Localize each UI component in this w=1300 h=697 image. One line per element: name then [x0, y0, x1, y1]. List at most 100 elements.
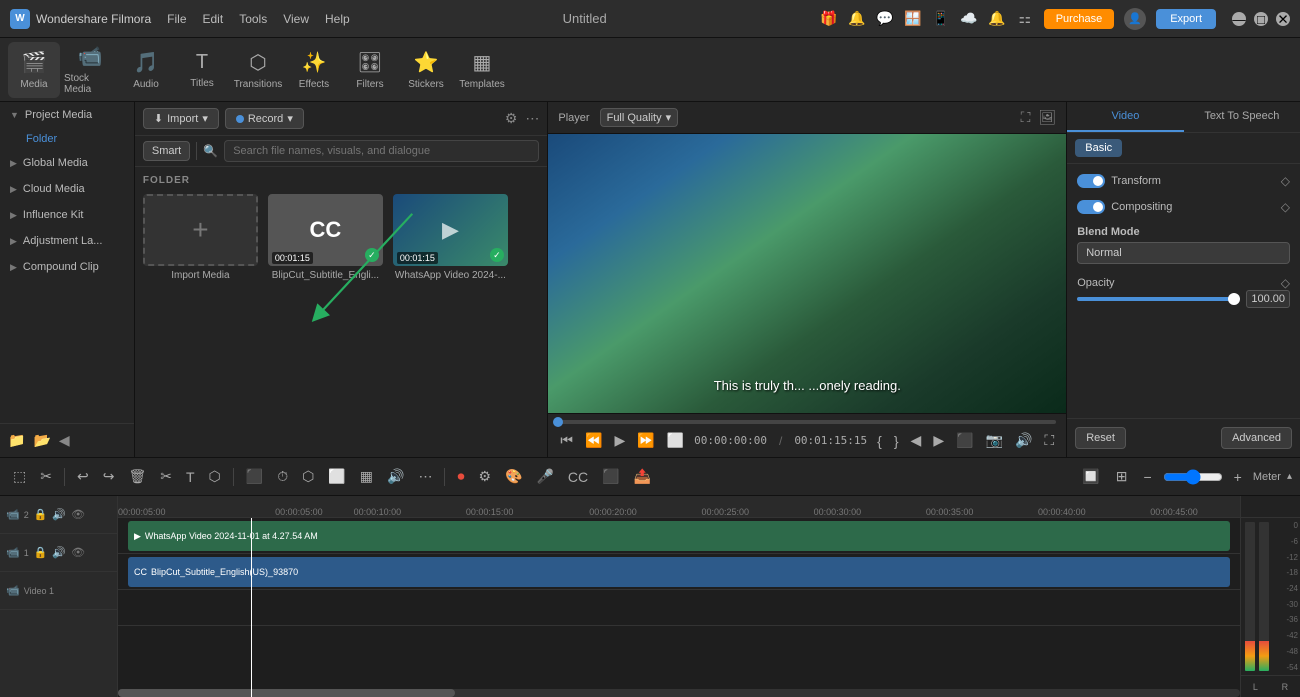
- video-clip[interactable]: ▶ WhatsApp Video 2024-11-01 at 4.27.54 A…: [128, 521, 1230, 551]
- cloud-icon[interactable]: ☁️: [960, 10, 978, 28]
- tab-text-to-speech[interactable]: Text To Speech: [1184, 102, 1300, 132]
- resize-icon[interactable]: ⛶: [1021, 109, 1031, 126]
- sidebar-item-influence-kit[interactable]: ▶ Influence Kit: [0, 202, 134, 228]
- transform-toggle[interactable]: [1077, 174, 1105, 188]
- cut-button[interactable]: ✂: [155, 465, 177, 488]
- phone-icon[interactable]: 📱: [932, 10, 950, 28]
- advanced-button[interactable]: Advanced: [1221, 427, 1292, 449]
- speed-button[interactable]: ⬡: [297, 465, 319, 488]
- color-button[interactable]: 🎨: [500, 465, 527, 488]
- quality-select[interactable]: Full Quality ▾: [600, 108, 679, 127]
- sidebar-item-adjustment-layer[interactable]: ▶ Adjustment La...: [0, 228, 134, 254]
- zoom-slider[interactable]: [1163, 469, 1223, 485]
- track-lock-button[interactable]: 🔒: [33, 507, 49, 522]
- transition-insert-button[interactable]: ⬡: [204, 465, 226, 488]
- toolbar-audio[interactable]: 🎵 Audio: [120, 42, 172, 98]
- skip-back-button[interactable]: ⏮: [558, 430, 575, 451]
- delete-button[interactable]: 🗑: [123, 465, 151, 488]
- export-button[interactable]: Export: [1156, 9, 1216, 29]
- chat-icon[interactable]: 💬: [876, 10, 894, 28]
- split-button[interactable]: ⬛: [954, 430, 975, 451]
- mark-in-button[interactable]: {: [875, 431, 884, 451]
- split-clip-button[interactable]: ⬛: [241, 465, 268, 488]
- track-eye-button[interactable]: 👁: [70, 507, 86, 522]
- audio-button[interactable]: 🔊: [382, 465, 409, 488]
- gift-icon[interactable]: 🎁: [820, 10, 838, 28]
- subtab-basic[interactable]: Basic: [1075, 139, 1122, 157]
- collapse-icon[interactable]: ◀: [59, 432, 70, 449]
- menu-help[interactable]: Help: [325, 12, 350, 26]
- window-icon[interactable]: 🪟: [904, 10, 922, 28]
- minimize-button[interactable]: —: [1232, 12, 1246, 26]
- track-lock-button2[interactable]: 🔒: [33, 545, 49, 560]
- import-button[interactable]: ⬇ Import ▾: [143, 108, 219, 129]
- zoom-in-button[interactable]: +: [1229, 466, 1247, 488]
- zoom-out-button[interactable]: −: [1138, 466, 1156, 488]
- tab-video[interactable]: Video: [1067, 102, 1183, 132]
- toolbar-transitions[interactable]: ⬡ Transitions: [232, 42, 284, 98]
- timeline-scrollbar[interactable]: [118, 689, 1240, 697]
- menu-edit[interactable]: Edit: [203, 12, 224, 26]
- bell-icon[interactable]: 🔔: [848, 10, 866, 28]
- purchase-button[interactable]: Purchase: [1044, 9, 1114, 29]
- apps-icon[interactable]: ⚏: [1016, 10, 1034, 28]
- close-button[interactable]: ✕: [1276, 12, 1290, 26]
- toolbar-effects[interactable]: ✨ Effects: [288, 42, 340, 98]
- toolbar-titles[interactable]: T Titles: [176, 42, 228, 98]
- record-tl-button[interactable]: ⏺: [452, 465, 469, 488]
- undo-button[interactable]: ↩: [72, 465, 94, 488]
- transform-keyframe-icon[interactable]: ◇: [1281, 174, 1290, 188]
- list-item[interactable]: ▶ 00:01:15 ✓ WhatsApp Video 2024-...: [393, 194, 508, 281]
- blend-mode-select[interactable]: NormalDissolveDarkenMultiplyColor BurnHa…: [1077, 242, 1290, 264]
- list-item[interactable]: + Import Media: [143, 194, 258, 281]
- crop-button[interactable]: ⬜: [323, 465, 350, 488]
- sidebar-item-compound-clip[interactable]: ▶ Compound Clip: [0, 254, 134, 280]
- more-icon[interactable]: ⋯: [525, 110, 539, 127]
- toolbar-stickers[interactable]: ⭐ Stickers: [400, 42, 452, 98]
- snap-button[interactable]: 🔲: [1077, 465, 1104, 488]
- menu-view[interactable]: View: [283, 12, 309, 26]
- track-eye-button2[interactable]: 👁: [70, 545, 86, 560]
- menu-file[interactable]: File: [167, 12, 186, 26]
- opacity-slider[interactable]: [1077, 297, 1240, 301]
- trim-tool-button[interactable]: ✂: [35, 465, 57, 488]
- folder-new-icon[interactable]: 📂: [33, 432, 50, 449]
- smart-button[interactable]: Smart: [143, 141, 190, 161]
- reset-button[interactable]: Reset: [1075, 427, 1126, 449]
- folder-add-icon[interactable]: 📁: [8, 432, 25, 449]
- sidebar-item-folder[interactable]: Folder: [0, 128, 134, 150]
- track-mute-button2[interactable]: 🔊: [51, 545, 67, 560]
- maximize-button[interactable]: □: [1254, 12, 1268, 26]
- subtitle-button[interactable]: CC: [563, 466, 593, 488]
- sidebar-item-cloud-media[interactable]: ▶ Cloud Media: [0, 176, 134, 202]
- step-back-button[interactable]: ⏪: [583, 430, 604, 451]
- filter-icon[interactable]: ⚙: [505, 110, 518, 127]
- ai-button[interactable]: ⚙: [473, 465, 496, 488]
- menu-tools[interactable]: Tools: [239, 12, 267, 26]
- volume-button[interactable]: 🔊: [1013, 430, 1034, 451]
- redo-button[interactable]: ↪: [98, 465, 120, 488]
- select-tool-button[interactable]: ⬚: [8, 465, 31, 488]
- text-button[interactable]: T: [181, 466, 200, 488]
- sidebar-item-project-media[interactable]: ▼ Project Media: [0, 102, 134, 128]
- grid-button[interactable]: ⊞: [1111, 465, 1133, 488]
- photo-icon[interactable]: 🖼: [1038, 109, 1056, 126]
- opacity-keyframe-icon[interactable]: ◇: [1281, 276, 1290, 290]
- toolbar-media[interactable]: 🎬 Media: [8, 42, 60, 98]
- mic-button[interactable]: 🎤: [531, 465, 558, 488]
- bell2-icon[interactable]: 🔔: [988, 10, 1006, 28]
- scrollbar-thumb[interactable]: [118, 689, 455, 697]
- subtitle-clip[interactable]: CC BlipCut_Subtitle_English(US)_93870: [128, 557, 1230, 587]
- record-button[interactable]: Record ▾: [225, 108, 304, 129]
- play-button[interactable]: ▶: [612, 430, 627, 451]
- toolbar-templates[interactable]: ▦ Templates: [456, 42, 508, 98]
- compositing-keyframe-icon[interactable]: ◇: [1281, 200, 1290, 214]
- list-item[interactable]: CC 00:01:15 ✓ BlipCut_Subtitle_Engli...: [268, 194, 383, 281]
- prev-frame-button[interactable]: ◀: [909, 430, 924, 451]
- snapshot-button[interactable]: 📷: [984, 430, 1005, 451]
- output-button[interactable]: 📤: [629, 465, 656, 488]
- group-button[interactable]: ▦: [355, 465, 378, 488]
- step-forward-button[interactable]: ⏩: [635, 430, 656, 451]
- fullscreen-button[interactable]: ⛶: [1042, 430, 1056, 451]
- toolbar-filters[interactable]: 🎛 Filters: [344, 42, 396, 98]
